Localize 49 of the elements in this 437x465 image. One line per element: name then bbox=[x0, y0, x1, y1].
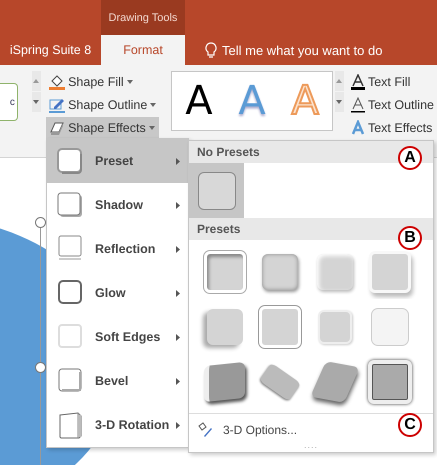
menu-item[interactable]: 3-D Rotation bbox=[47, 403, 188, 447]
shape-effects-icon bbox=[49, 120, 66, 136]
text-outline-icon bbox=[350, 97, 365, 113]
submenu-arrow-icon bbox=[176, 422, 180, 428]
menu-item[interactable]: Bevel bbox=[47, 359, 188, 403]
scroll-down-button[interactable] bbox=[334, 92, 344, 112]
caret-down-icon bbox=[336, 100, 342, 104]
caret-icon bbox=[148, 126, 155, 130]
menu-item[interactable]: Shadow bbox=[47, 183, 188, 227]
submenu-arrow-icon bbox=[176, 246, 180, 252]
ribbon-tab[interactable]: Format bbox=[101, 35, 185, 65]
caret-up-icon bbox=[336, 79, 342, 83]
pencil-icon bbox=[49, 97, 66, 113]
text-effects-icon bbox=[350, 120, 365, 136]
shape-style-thumbnail[interactable]: c bbox=[0, 83, 18, 121]
lightbulb-icon bbox=[205, 42, 217, 58]
shape-format-button[interactable]: Shape Outline bbox=[46, 94, 160, 116]
paint-brush-icon bbox=[197, 422, 213, 438]
ribbon-tab[interactable]: iSpring Suite 8 bbox=[0, 35, 101, 65]
menu-item[interactable]: Preset bbox=[47, 139, 188, 183]
submenu-arrow-icon bbox=[176, 290, 180, 296]
scroll-down-button[interactable] bbox=[32, 92, 42, 112]
text-fill-icon bbox=[350, 74, 365, 90]
caret-down-icon bbox=[33, 100, 40, 104]
wordart-style[interactable]: A bbox=[185, 78, 213, 124]
contextual-tab-label: Drawing Tools bbox=[101, 0, 185, 35]
scroll-up-button[interactable] bbox=[334, 71, 344, 91]
submenu-arrow-icon bbox=[176, 378, 180, 384]
text-format-button[interactable]: Text Effects bbox=[348, 117, 437, 139]
effect-square-icon bbox=[56, 146, 84, 176]
caret-icon bbox=[150, 103, 156, 107]
effect-square-icon bbox=[56, 190, 84, 220]
tell-me-field[interactable]: Tell me what you want to do bbox=[199, 35, 388, 65]
caret-icon bbox=[126, 80, 133, 84]
shape-format-button[interactable]: Shape Fill bbox=[46, 71, 160, 93]
submenu-arrow-icon bbox=[176, 158, 180, 164]
text-format-button[interactable]: Text Outline bbox=[348, 94, 437, 116]
paint-bucket-icon bbox=[49, 74, 66, 90]
caret-up-icon bbox=[33, 79, 40, 83]
text-format-button[interactable]: Text Fill bbox=[348, 71, 437, 93]
preset-tile[interactable] bbox=[189, 163, 244, 218]
menu-item[interactable]: Glow bbox=[47, 271, 188, 315]
submenu-arrow-icon bbox=[176, 334, 180, 340]
menu-item[interactable]: Soft Edges bbox=[47, 315, 188, 359]
menu-item[interactable]: Reflection bbox=[47, 227, 188, 271]
submenu-arrow-icon bbox=[176, 202, 180, 208]
scroll-up-button[interactable] bbox=[32, 71, 42, 91]
shape-format-button[interactable]: Shape Effects bbox=[46, 117, 160, 139]
resize-handle[interactable] bbox=[35, 217, 46, 228]
